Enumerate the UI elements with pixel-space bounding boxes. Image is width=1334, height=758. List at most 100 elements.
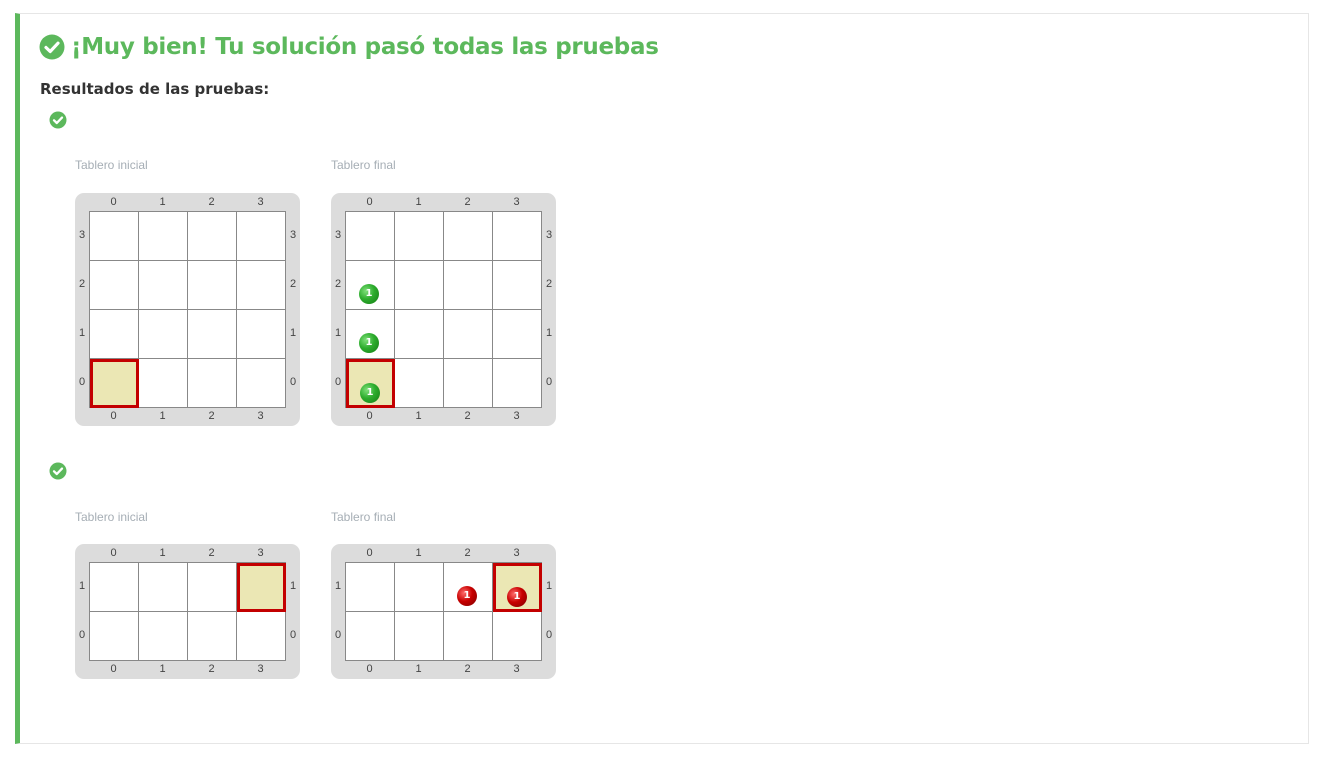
- final-board: 00112233110011: [331, 544, 556, 679]
- final-board: 0011223333221100111: [331, 193, 556, 426]
- column-number: 0: [110, 663, 117, 675]
- column-number: 0: [366, 410, 373, 422]
- column-number: 1: [415, 410, 422, 422]
- board-cell: [493, 261, 542, 310]
- board-cell: [346, 612, 395, 661]
- board-cell: [493, 612, 542, 661]
- board-cell: [188, 310, 237, 359]
- board-cell: [188, 261, 237, 310]
- board-cell: [90, 261, 139, 310]
- board-cell: [90, 212, 139, 261]
- board-cell: [237, 359, 286, 408]
- board-cell: [188, 212, 237, 261]
- board-cell: [444, 310, 493, 359]
- board-head-cell: 1: [493, 563, 542, 612]
- column-number: 3: [257, 196, 264, 208]
- column-number: 2: [464, 196, 471, 208]
- row-number: 2: [289, 277, 297, 290]
- results-subtitle: Resultados de las pruebas:: [40, 80, 270, 98]
- board-cell: [237, 310, 286, 359]
- board-cell: [90, 612, 139, 661]
- board-cell: [395, 212, 444, 261]
- board-cell: [395, 612, 444, 661]
- test-passed-check-icon: [49, 111, 67, 129]
- column-number: 1: [159, 547, 166, 559]
- board-cell: [444, 612, 493, 661]
- board-cell: 1: [346, 310, 395, 359]
- board-cell: [346, 563, 395, 612]
- board-cell: [395, 359, 444, 408]
- board-cell: [188, 563, 237, 612]
- column-number: 3: [513, 547, 520, 559]
- initial-board-label: Tablero inicial: [75, 510, 148, 524]
- green-ball-counter: 1: [360, 383, 380, 403]
- row-number: 1: [545, 326, 553, 339]
- row-number: 3: [289, 228, 297, 241]
- board-cell: [444, 261, 493, 310]
- board-cell: [139, 261, 188, 310]
- board-cell: [90, 310, 139, 359]
- board-cell: [444, 212, 493, 261]
- board-cell: [139, 359, 188, 408]
- board-cell: [90, 563, 139, 612]
- column-number: 2: [464, 410, 471, 422]
- board-head-cell: [237, 563, 286, 612]
- column-number: 0: [110, 410, 117, 422]
- row-number: 1: [289, 326, 297, 339]
- board-head-cell: 1: [346, 359, 395, 408]
- column-number: 0: [366, 196, 373, 208]
- board-grid: [89, 562, 286, 661]
- board-cell: [395, 310, 444, 359]
- red-ball-counter: 1: [507, 587, 527, 607]
- column-number: 3: [513, 196, 520, 208]
- board-head-cell: [90, 359, 139, 408]
- board-cell: [237, 261, 286, 310]
- row-number: 3: [545, 228, 553, 241]
- board-cell: [188, 612, 237, 661]
- initial-board: 0011223333221100: [75, 193, 300, 426]
- column-number: 2: [208, 663, 215, 675]
- green-ball-counter: 1: [359, 284, 379, 304]
- board-cell: 1: [444, 563, 493, 612]
- green-ball-counter: 1: [359, 333, 379, 353]
- column-number: 1: [159, 410, 166, 422]
- board-grid: [89, 211, 286, 408]
- board-grid: 1 1 1: [345, 211, 542, 408]
- result-header: ¡Muy bien! Tu solución pasó todas las pr…: [39, 34, 659, 60]
- board-cell: [237, 612, 286, 661]
- column-number: 2: [464, 547, 471, 559]
- row-number: 0: [289, 628, 297, 641]
- column-number: 1: [415, 547, 422, 559]
- board-cell: [139, 612, 188, 661]
- board-cell: [395, 563, 444, 612]
- column-number: 0: [366, 663, 373, 675]
- row-number: 1: [545, 579, 553, 592]
- column-number: 2: [208, 410, 215, 422]
- column-number: 2: [208, 547, 215, 559]
- board-cell: [493, 212, 542, 261]
- board-cell: [139, 310, 188, 359]
- board-cell: [493, 310, 542, 359]
- board-grid: 11: [345, 562, 542, 661]
- column-number: 1: [159, 196, 166, 208]
- board-cell: [444, 359, 493, 408]
- board-cell: [346, 212, 395, 261]
- page-title: ¡Muy bien! Tu solución pasó todas las pr…: [71, 34, 659, 60]
- row-number: 0: [545, 628, 553, 641]
- board-cell: 1: [346, 261, 395, 310]
- row-number: 1: [289, 579, 297, 592]
- column-number: 0: [110, 196, 117, 208]
- row-number: 0: [289, 375, 297, 388]
- board-cell: [139, 563, 188, 612]
- column-number: 0: [366, 547, 373, 559]
- board-cell: [188, 359, 237, 408]
- column-number: 1: [415, 196, 422, 208]
- row-number: 2: [545, 277, 553, 290]
- board-cell: [395, 261, 444, 310]
- column-number: 3: [257, 547, 264, 559]
- check-circle-icon: [39, 34, 65, 60]
- row-number: 0: [545, 375, 553, 388]
- column-number: 3: [257, 410, 264, 422]
- column-number: 3: [513, 410, 520, 422]
- column-number: 1: [415, 663, 422, 675]
